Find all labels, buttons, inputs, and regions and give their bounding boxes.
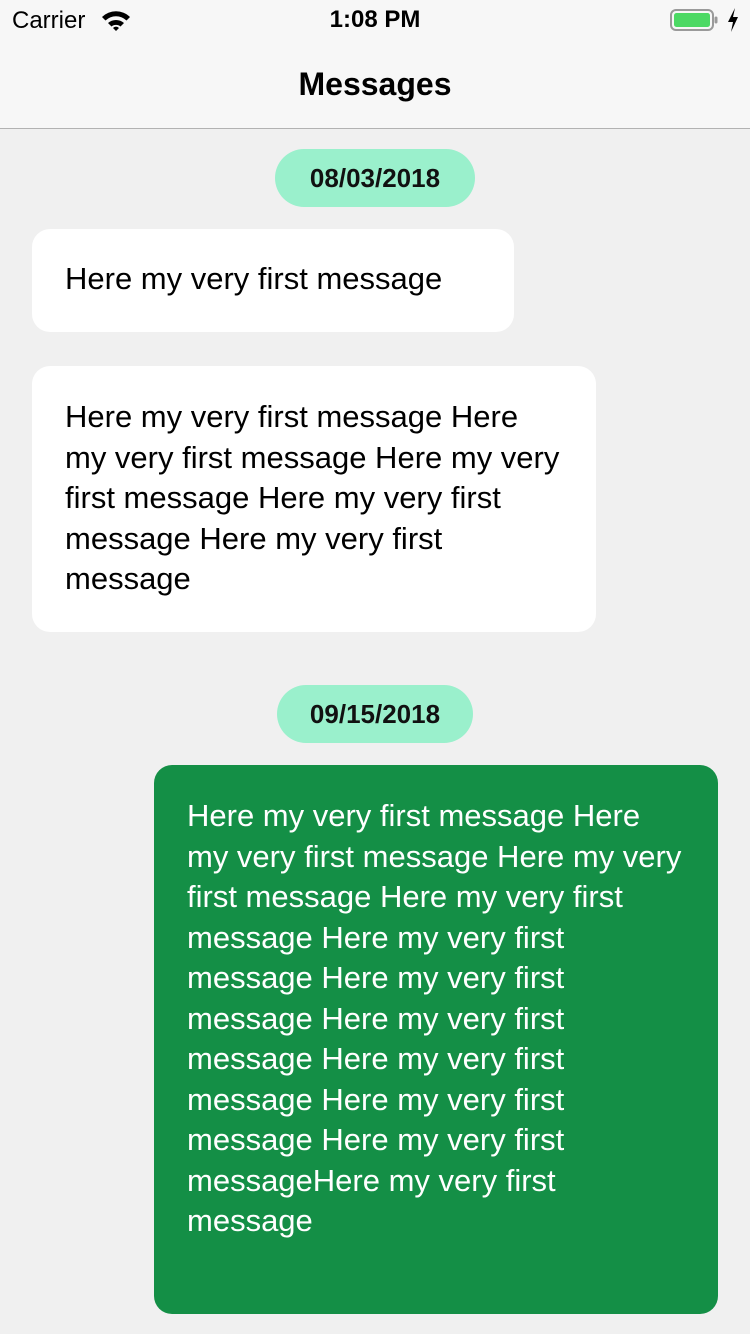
battery-icon	[670, 9, 718, 31]
outgoing-message-bubble[interactable]: Here my very first message Here my very …	[154, 765, 718, 1314]
date-separator: 09/15/2018	[277, 685, 473, 743]
incoming-message-bubble[interactable]: Here my very first message	[32, 229, 514, 332]
navigation-bar: Messages	[0, 40, 750, 129]
date-separator: 08/03/2018	[275, 149, 475, 207]
status-bar: Carrier 1:08 PM	[0, 0, 750, 40]
status-time: 1:08 PM	[329, 6, 421, 33]
incoming-message-bubble[interactable]: Here my very first message Here my very …	[32, 366, 596, 632]
charging-bolt-icon	[728, 8, 738, 32]
page-title: Messages	[298, 66, 452, 102]
